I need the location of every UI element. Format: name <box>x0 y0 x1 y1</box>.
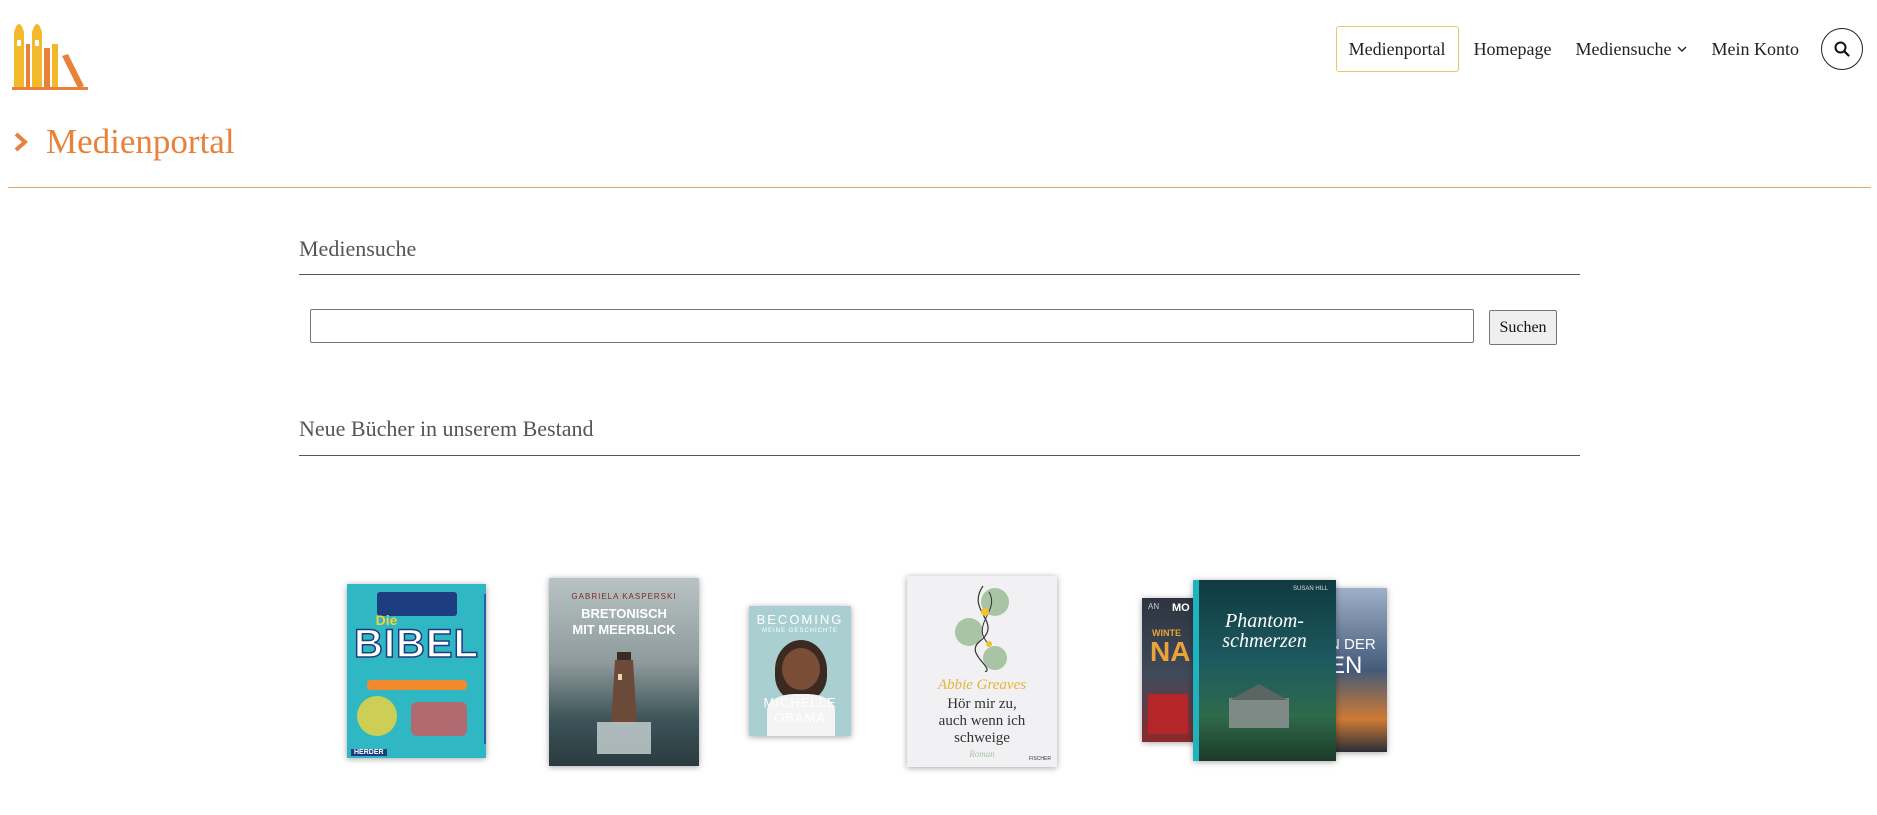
book-author: SUSAN HILL <box>1292 586 1328 592</box>
library-logo-icon <box>12 24 88 90</box>
books-section-heading: Neue Bücher in unserem Bestand <box>299 416 594 441</box>
search-section-heading: Mediensuche <box>299 236 417 261</box>
search-icon <box>1834 41 1850 57</box>
section-divider <box>299 274 1580 275</box>
book-cover-phantomschmerzen[interactable]: SUSAN HILL Phantom- schmerzen <box>1193 580 1336 761</box>
book-title-line: schmerzen <box>1222 630 1307 652</box>
book-cover-bibel[interactable]: Die BIBEL HERDER <box>347 584 486 758</box>
page-title-row: Medienportal <box>12 122 235 162</box>
book-title-line: Hör mir zu, <box>947 696 1017 712</box>
nav-item-homepage[interactable]: Homepage <box>1462 27 1564 71</box>
search-button[interactable]: Suchen <box>1489 310 1557 345</box>
nav-item-mediensuche[interactable]: Mediensuche <box>1564 27 1700 71</box>
chevron-right-icon <box>14 132 29 152</box>
site-logo[interactable] <box>12 14 92 90</box>
book-cover-text: BIBEL <box>353 621 479 667</box>
title-divider <box>8 187 1871 188</box>
flower-illustration <box>955 585 1009 672</box>
book-cover-text: N DER <box>1329 636 1376 653</box>
book-subtitle: MEINE GESCHICHTE <box>761 628 838 634</box>
section-divider <box>299 455 1580 456</box>
book-author-line: MICHELLE <box>763 695 837 710</box>
book-cover-bretonisch[interactable]: GABRIELA KASPERSKI BRETONISCH MIT MEERBL… <box>549 578 699 766</box>
book-publisher: FISCHER <box>1029 756 1051 762</box>
nav-item-label: Mediensuche <box>1575 38 1672 59</box>
nav-item-mein-konto[interactable]: Mein Konto <box>1700 27 1812 71</box>
book-author-line: OBAMA <box>774 710 826 725</box>
book-cover-becoming[interactable]: BECOMING MEINE GESCHICHTE MICHELLE OBAMA <box>749 606 851 736</box>
nav-item-label: Mein Konto <box>1711 38 1800 59</box>
book-title-line: auch wenn ich <box>938 713 1026 729</box>
main-navigation: Medienportal Homepage Mediensuche Mein K… <box>1335 26 1863 72</box>
book-cover-text: MO <box>1172 602 1190 614</box>
lighthouse-illustration <box>597 652 651 754</box>
chevron-down-icon <box>1677 46 1686 52</box>
search-input[interactable] <box>310 309 1474 343</box>
book-publisher: HERDER <box>351 749 387 756</box>
book-author: GABRIELA KASPERSKI <box>571 592 677 601</box>
nav-item-medienportal[interactable]: Medienportal <box>1335 26 1459 72</box>
book-cover-hoer-mir-zu[interactable]: Abbie Greaves Hör mir zu, auch wenn ich … <box>907 576 1057 767</box>
book-title-line: BRETONISCH <box>581 606 667 621</box>
page-title: Medienportal <box>46 122 235 161</box>
book-cover-text: NA <box>1150 636 1191 667</box>
nav-item-label: Homepage <box>1473 38 1552 59</box>
nav-item-label: Medienportal <box>1348 38 1446 59</box>
book-cover-text: AN <box>1148 602 1160 611</box>
book-title: BECOMING <box>756 612 844 627</box>
book-title-line: schweige <box>954 730 1010 746</box>
book-title-line: MIT MEERBLICK <box>572 622 676 637</box>
book-author: Abbie Greaves <box>937 677 1027 693</box>
search-toggle-button[interactable] <box>1821 28 1863 70</box>
